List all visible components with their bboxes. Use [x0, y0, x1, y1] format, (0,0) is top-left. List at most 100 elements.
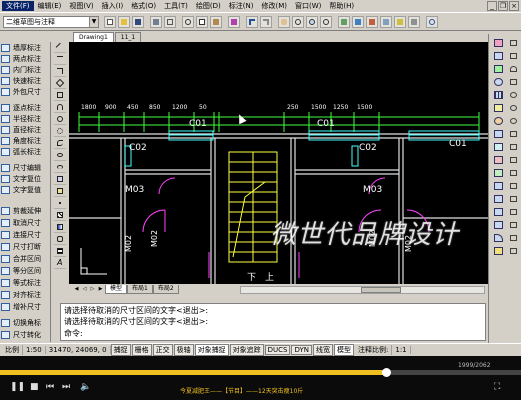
save-button[interactable]: [132, 16, 144, 28]
pan-button[interactable]: [278, 16, 290, 28]
ducs-toggle[interactable]: DUCS: [264, 345, 291, 355]
aligned-dim-tool[interactable]: [509, 51, 519, 62]
trim-tool[interactable]: [493, 155, 505, 166]
properties-button[interactable]: [338, 16, 350, 28]
chamfer-tool[interactable]: [493, 220, 505, 231]
grid-toggle[interactable]: 栅格: [131, 344, 152, 356]
palette-item[interactable]: 角度标注: [1, 135, 50, 146]
next-icon[interactable]: ⏭: [62, 382, 70, 392]
polar-toggle[interactable]: 极轴: [173, 344, 194, 356]
palette-item[interactable]: 等分区间: [1, 265, 50, 276]
zoom-previous-button[interactable]: [320, 16, 332, 28]
circle-tool[interactable]: [54, 114, 66, 125]
menu-view[interactable]: 视图(V): [65, 1, 97, 11]
angular-tool[interactable]: [509, 129, 519, 140]
copy-tool[interactable]: [493, 51, 505, 62]
next-tab-icon[interactable]: ▷: [89, 286, 96, 293]
menu-insert[interactable]: 插入(I): [98, 1, 128, 11]
dyn-toggle[interactable]: DYN: [291, 345, 313, 355]
fullscreen-icon[interactable]: ⛶: [494, 382, 500, 392]
menu-tools[interactable]: 工具(T): [160, 1, 192, 11]
undo-button[interactable]: [246, 16, 258, 28]
mtext-tool[interactable]: A: [54, 258, 66, 269]
arc-tool[interactable]: [54, 102, 66, 113]
move-tool[interactable]: [493, 103, 505, 114]
tab-11-1[interactable]: 11_1: [114, 32, 142, 42]
command-window[interactable]: 请选择待取消的尺寸区间的文字<退出>: 请选择待取消的尺寸区间的文字<退出>: …: [60, 303, 486, 341]
horizontal-scrollbar[interactable]: [240, 286, 485, 294]
first-tab-icon[interactable]: ◀: [73, 286, 80, 293]
copy-button[interactable]: [196, 16, 208, 28]
stretch-tool[interactable]: [493, 142, 505, 153]
point-tool[interactable]: [54, 198, 66, 209]
jogged-tool[interactable]: [509, 103, 519, 114]
help-button[interactable]: [426, 16, 438, 28]
scale-tool[interactable]: [493, 129, 505, 140]
break-tool[interactable]: [493, 194, 505, 205]
quick-dim-tool[interactable]: [509, 142, 519, 153]
menu-edit[interactable]: 编辑(E): [34, 1, 66, 11]
restore-icon[interactable]: ❐: [498, 1, 508, 11]
polygon-tool[interactable]: [54, 78, 66, 89]
insert-block-tool[interactable]: [54, 174, 66, 185]
sheet-set-button[interactable]: [380, 16, 392, 28]
offset-tool[interactable]: [493, 77, 505, 88]
tab-layout2[interactable]: 布局2: [152, 285, 179, 294]
polyline-tool[interactable]: [54, 66, 66, 77]
palette-item[interactable]: 内门标注: [1, 64, 50, 75]
markup-button[interactable]: [394, 16, 406, 28]
palette-item[interactable]: 尺寸打断: [1, 241, 50, 252]
continue-tool[interactable]: [509, 168, 519, 179]
palette-item[interactable]: 取消尺寸: [1, 217, 50, 228]
scroll-thumb[interactable]: [361, 287, 401, 293]
new-file-button[interactable]: [104, 16, 116, 28]
erase-tool[interactable]: [493, 38, 505, 49]
paste-button[interactable]: [210, 16, 222, 28]
make-block-tool[interactable]: [54, 186, 66, 197]
palette-item[interactable]: 半径标注: [1, 113, 50, 124]
palette-item[interactable]: 弧长标注: [1, 146, 50, 157]
snap-toggle[interactable]: 捕捉: [110, 344, 131, 356]
previous-icon[interactable]: ⏮: [46, 382, 54, 392]
palette-item[interactable]: 等式标注: [1, 277, 50, 288]
dim-edit-tool[interactable]: [509, 220, 519, 231]
rectangle-tool[interactable]: [54, 90, 66, 101]
center-mark-tool[interactable]: [509, 207, 519, 218]
zoom-window-button[interactable]: [306, 16, 318, 28]
menu-format[interactable]: 格式(O): [127, 1, 160, 11]
radius-tool[interactable]: [509, 90, 519, 101]
join-tool[interactable]: [493, 207, 505, 218]
palette-item[interactable]: 直径标注: [1, 124, 50, 135]
player-progress[interactable]: [0, 368, 521, 377]
revcloud-tool[interactable]: [54, 126, 66, 137]
extend-tool[interactable]: [493, 168, 505, 179]
tolerance-tool[interactable]: [509, 194, 519, 205]
tab-model[interactable]: 模型: [105, 285, 128, 294]
spline-tool[interactable]: [54, 138, 66, 149]
minimize-icon[interactable]: _: [487, 1, 497, 11]
diameter-tool[interactable]: [509, 116, 519, 127]
menu-help[interactable]: 帮助(H): [325, 1, 358, 11]
mirror-tool[interactable]: [493, 64, 505, 75]
palette-item[interactable]: 合并区间: [1, 253, 50, 264]
rotate-tool[interactable]: [493, 116, 505, 127]
palette-item[interactable]: 两点标注: [1, 53, 50, 64]
menu-dimension[interactable]: 标注(N): [225, 1, 258, 11]
match-properties-button[interactable]: [228, 16, 240, 28]
construction-line-tool[interactable]: [54, 54, 66, 65]
linear-dim-tool[interactable]: [509, 38, 519, 49]
region-tool[interactable]: [54, 234, 66, 245]
palette-item[interactable]: 对齐标注: [1, 289, 50, 300]
prev-tab-icon[interactable]: ◁: [81, 286, 88, 293]
palette-item[interactable]: 文字复值: [1, 184, 50, 195]
menu-draw[interactable]: 绘图(D): [192, 1, 225, 11]
ordinate-tool[interactable]: [509, 77, 519, 88]
palette-item[interactable]: 文字复位: [1, 173, 50, 184]
palette-item[interactable]: 尺寸转化: [1, 329, 50, 340]
open-file-button[interactable]: [118, 16, 130, 28]
table-tool[interactable]: [54, 246, 66, 257]
ellipse-arc-tool[interactable]: [54, 162, 66, 173]
palette-item[interactable]: 增补尺寸: [1, 301, 50, 312]
volume-icon[interactable]: 🔈: [80, 382, 91, 392]
hatch-tool[interactable]: [54, 210, 66, 221]
